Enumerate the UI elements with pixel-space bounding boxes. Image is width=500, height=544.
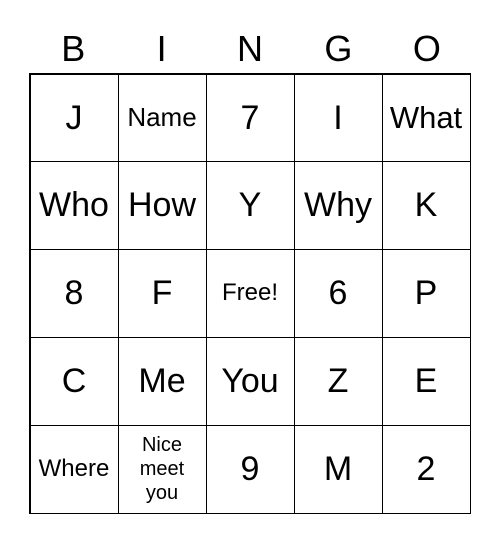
bingo-cell[interactable]: K <box>381 161 471 251</box>
bingo-cell[interactable]: M <box>293 424 383 514</box>
bingo-cell[interactable]: Z <box>293 336 383 426</box>
header-letter: G <box>324 28 353 69</box>
bingo-cell[interactable]: Y <box>205 161 295 251</box>
bingo-cell[interactable]: 8 <box>29 249 119 338</box>
header-letter: O <box>412 28 441 69</box>
bingo-cell[interactable]: You <box>205 336 295 426</box>
header-letter: I <box>156 28 167 69</box>
bingo-grid: J Name 7 I What Who How Y Why K 8 F Free! 6 P C Me You Z E W… <box>29 73 471 514</box>
bingo-cell[interactable]: J <box>29 73 119 163</box>
bingo-cell[interactable]: Name <box>117 73 207 163</box>
bingo-cell[interactable]: 9 <box>205 424 295 514</box>
bingo-cell[interactable]: What <box>381 73 471 163</box>
bingo-cell[interactable]: How <box>117 161 207 251</box>
header-letter: N <box>237 28 264 69</box>
bingo-cell[interactable]: C <box>29 336 119 426</box>
bingo-cell[interactable]: 6 <box>293 249 383 338</box>
bingo-header: BINGO <box>29 24 471 74</box>
bingo-cell[interactable]: 2 <box>381 424 471 514</box>
bingo-cell[interactable]: P <box>381 249 471 338</box>
bingo-cell[interactable]: Nice meet you <box>117 424 207 514</box>
header-letter: B <box>61 28 86 69</box>
bingo-cell[interactable]: Where <box>29 424 119 514</box>
bingo-cell[interactable]: Why <box>293 161 383 251</box>
bingo-cell[interactable]: Me <box>117 336 207 426</box>
bingo-cell[interactable]: F <box>117 249 207 338</box>
bingo-cell[interactable]: E <box>381 336 471 426</box>
bingo-cell[interactable]: Free! <box>205 249 295 338</box>
bingo-cell[interactable]: 7 <box>205 73 295 163</box>
bingo-cell[interactable]: I <box>293 73 383 163</box>
bingo-cell[interactable]: Who <box>29 161 119 251</box>
